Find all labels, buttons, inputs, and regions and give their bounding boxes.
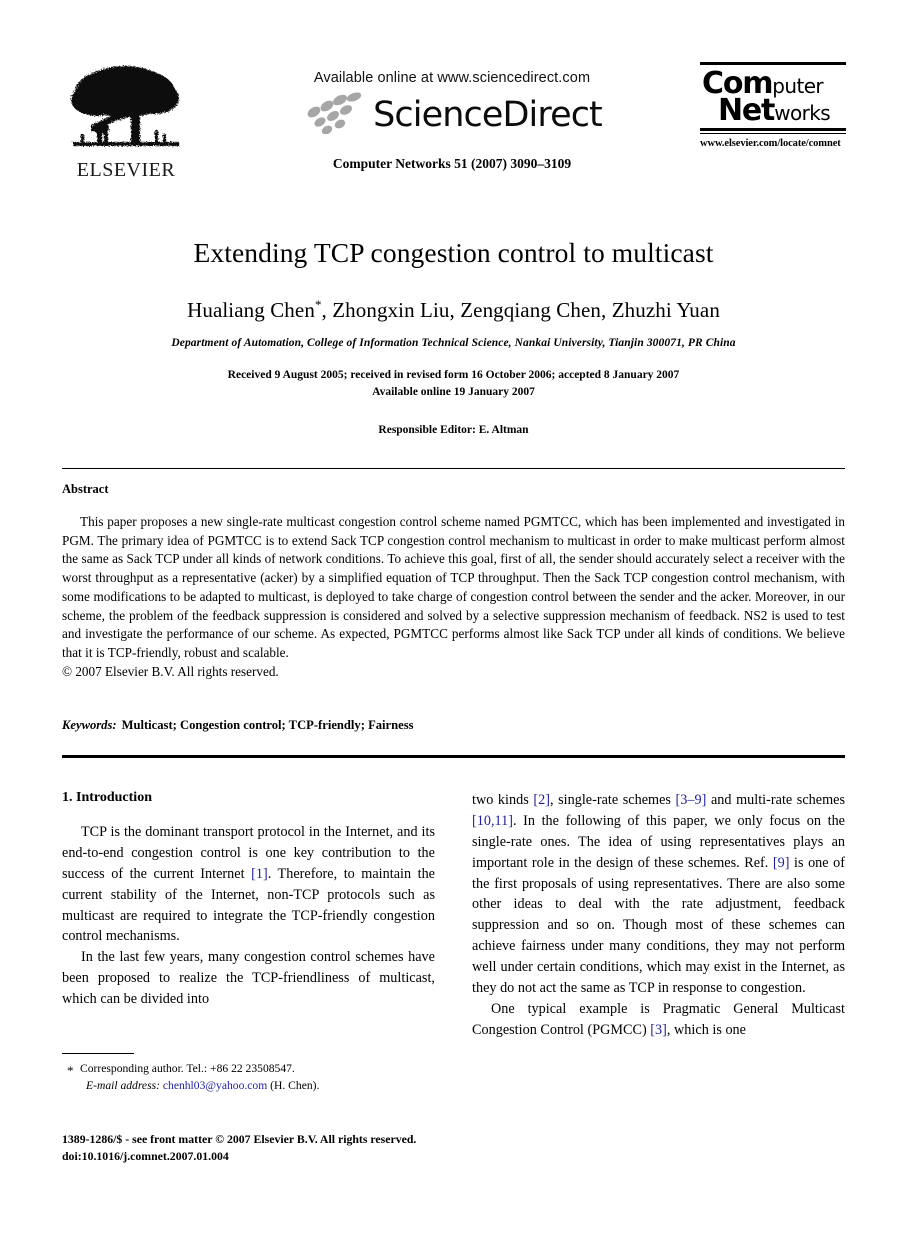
corresponding-author-marker: * bbox=[314, 297, 322, 312]
keywords-label: Keywords: bbox=[62, 718, 117, 732]
column-right: two kinds [2], single-rate schemes [3–9]… bbox=[472, 790, 845, 1041]
author-names-first: Hualiang Chen bbox=[187, 298, 315, 322]
abstract-copyright: © 2007 Elsevier B.V. All rights reserved… bbox=[62, 663, 279, 679]
footnote-corresponding-author: Corresponding author. Tel.: +86 22 23508… bbox=[80, 1062, 295, 1075]
footer-block: 1389-1286/$ - see front matter © 2007 El… bbox=[62, 1131, 562, 1165]
keywords-line: Keywords: Multicast; Congestion control; … bbox=[62, 718, 845, 733]
author-names-rest: , Zhongxin Liu, Zengqiang Chen, Zhuzhi Y… bbox=[321, 298, 720, 322]
sciencedirect-logo: ScienceDirect bbox=[252, 90, 652, 140]
citation-ref-9[interactable]: [9] bbox=[773, 855, 790, 871]
affiliation: Department of Automation, College of Inf… bbox=[171, 337, 736, 349]
journal-logo-works: works bbox=[774, 100, 831, 125]
abstract-text: This paper proposes a new single-rate mu… bbox=[62, 514, 845, 661]
footnote-block: * Corresponding author. Tel.: +86 22 235… bbox=[62, 1060, 435, 1095]
paper-page: ELSEVIER Available online at www.science… bbox=[0, 0, 907, 1238]
sciencedirect-wordmark: ScienceDirect bbox=[373, 94, 603, 135]
journal-url[interactable]: www.elsevier.com/locate/comnet bbox=[700, 138, 852, 149]
responsible-editor: Responsible Editor: E. Altman bbox=[378, 424, 529, 437]
journal-citation: Computer Networks 51 (2007) 3090–3109 bbox=[332, 156, 572, 171]
section-heading-introduction: 1. Introduction bbox=[62, 790, 152, 805]
paragraph-right-2: One typical example is Pragmatic General… bbox=[472, 999, 845, 1041]
paragraph-right-1-part-a: two kinds bbox=[472, 792, 534, 808]
journal-logo-line-2: Networks bbox=[700, 92, 852, 128]
elsevier-tree-logo-icon bbox=[71, 66, 179, 146]
keywords-values: Multicast; Congestion control; TCP-frien… bbox=[121, 718, 414, 732]
page-title: Extending TCP congestion control to mult… bbox=[193, 237, 714, 268]
abstract-heading: Abstract bbox=[62, 482, 109, 496]
abstract-bottom-rule bbox=[62, 755, 845, 758]
journal-logo-rule-top bbox=[700, 62, 846, 65]
publication-dates: Received 9 August 2005; received in revi… bbox=[62, 367, 845, 400]
abstract-block: Abstract This paper proposes a new singl… bbox=[62, 482, 845, 682]
journal-logo-rule-bottom-1 bbox=[700, 128, 846, 131]
paragraph-right-1-part-e: is one of the first proposals of using r… bbox=[472, 854, 846, 996]
citation-ref-3-9[interactable]: [3–9] bbox=[676, 792, 707, 808]
footer-issn-line: 1389-1286/$ - see front matter © 2007 El… bbox=[62, 1132, 417, 1146]
journal-logo-puter: puter bbox=[772, 73, 824, 98]
received-line: Received 9 August 2005; received in revi… bbox=[227, 369, 680, 381]
journal-logo-net: Net bbox=[718, 92, 775, 128]
paragraph-right-2-part-b: , which is one bbox=[666, 1021, 746, 1038]
paragraph-left-2: In the last few years, many congestion c… bbox=[62, 949, 435, 1007]
journal-logo: Computer Networks www.elsevier.com/locat… bbox=[700, 62, 852, 149]
paragraph-right-1: two kinds [2], single-rate schemes [3–9]… bbox=[472, 790, 845, 999]
journal-logo-rule-bottom-2 bbox=[700, 132, 846, 135]
title-block: Extending TCP congestion control to mult… bbox=[62, 236, 845, 436]
paragraph-left-1: TCP is the dominant transport protocol i… bbox=[62, 822, 435, 947]
citation-ref-10-11[interactable]: [10,11] bbox=[472, 813, 513, 829]
citation-ref-1[interactable]: [1] bbox=[251, 866, 268, 882]
footnote-email-label: E-mail address: bbox=[86, 1079, 160, 1093]
available-online-line: Available online 19 January 2007 bbox=[372, 385, 535, 398]
sciencedirect-block: Available online at www.sciencedirect.co… bbox=[252, 70, 652, 172]
footnote-separator-rule bbox=[62, 1053, 134, 1055]
paragraph-right-1-part-c: and multi-rate schemes bbox=[706, 792, 845, 808]
footer-doi-line[interactable]: doi:10.1016/j.comnet.2007.01.004 bbox=[62, 1148, 562, 1165]
citation-ref-2[interactable]: [2] bbox=[533, 792, 550, 808]
masthead: ELSEVIER Available online at www.science… bbox=[0, 0, 907, 205]
footnote-email-owner: (H. Chen). bbox=[270, 1079, 320, 1093]
column-left: 1. Introduction TCP is the dominant tran… bbox=[62, 790, 435, 1010]
elsevier-logo: ELSEVIER bbox=[64, 60, 188, 180]
elsevier-wordmark: ELSEVIER bbox=[76, 159, 176, 181]
sciencedirect-swoosh-icon bbox=[307, 92, 362, 134]
footnote-email-line: E-mail address: chenhl03@yahoo.com (H. C… bbox=[62, 1077, 435, 1094]
footnote-marker: * bbox=[67, 1063, 74, 1078]
footnote-email-address[interactable]: chenhl03@yahoo.com bbox=[163, 1079, 267, 1092]
paragraph-right-1-part-b: , single-rate schemes bbox=[549, 792, 676, 808]
abstract-top-rule bbox=[62, 468, 845, 470]
available-online-text: Available online at www.sciencedirect.co… bbox=[313, 70, 591, 86]
author-list: Hualiang Chen*, Zhongxin Liu, Zengqiang … bbox=[62, 297, 845, 323]
citation-ref-3[interactable]: [3] bbox=[650, 1022, 667, 1038]
